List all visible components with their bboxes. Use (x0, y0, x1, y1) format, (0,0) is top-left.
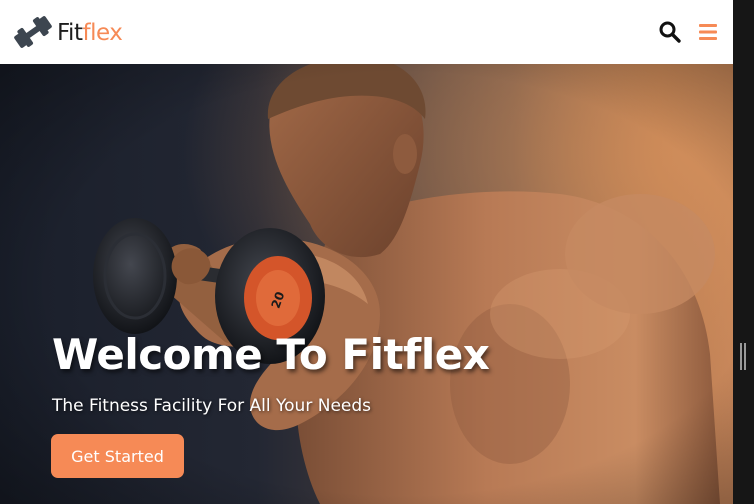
page: Fitflex Welcome To Fitflex The Fitness F… (0, 0, 733, 504)
navbar: Fitflex (0, 0, 733, 64)
hero-subtitle: The Fitness Facility For All Your Needs (52, 396, 372, 416)
scrollbar[interactable] (733, 0, 754, 504)
scrollbar-grip[interactable] (740, 343, 746, 370)
brand-logo[interactable]: Fitflex (10, 14, 123, 50)
brand-name-part1: Fit (57, 20, 83, 46)
brand-name: Fitflex (57, 20, 123, 46)
hero-section: 20 Welcome To Fitflex The Fitness Facili… (0, 64, 733, 504)
hamburger-menu-icon[interactable] (697, 22, 719, 42)
search-icon[interactable] (658, 20, 682, 44)
dumbbell-icon (14, 16, 52, 48)
get-started-button[interactable]: Get Started (51, 434, 184, 478)
browser-viewport: Fitflex Welcome To Fitflex The Fitness F… (0, 0, 754, 504)
hero-title: Welcome To Fitflex (52, 330, 490, 379)
brand-name-part2: flex (82, 20, 123, 46)
